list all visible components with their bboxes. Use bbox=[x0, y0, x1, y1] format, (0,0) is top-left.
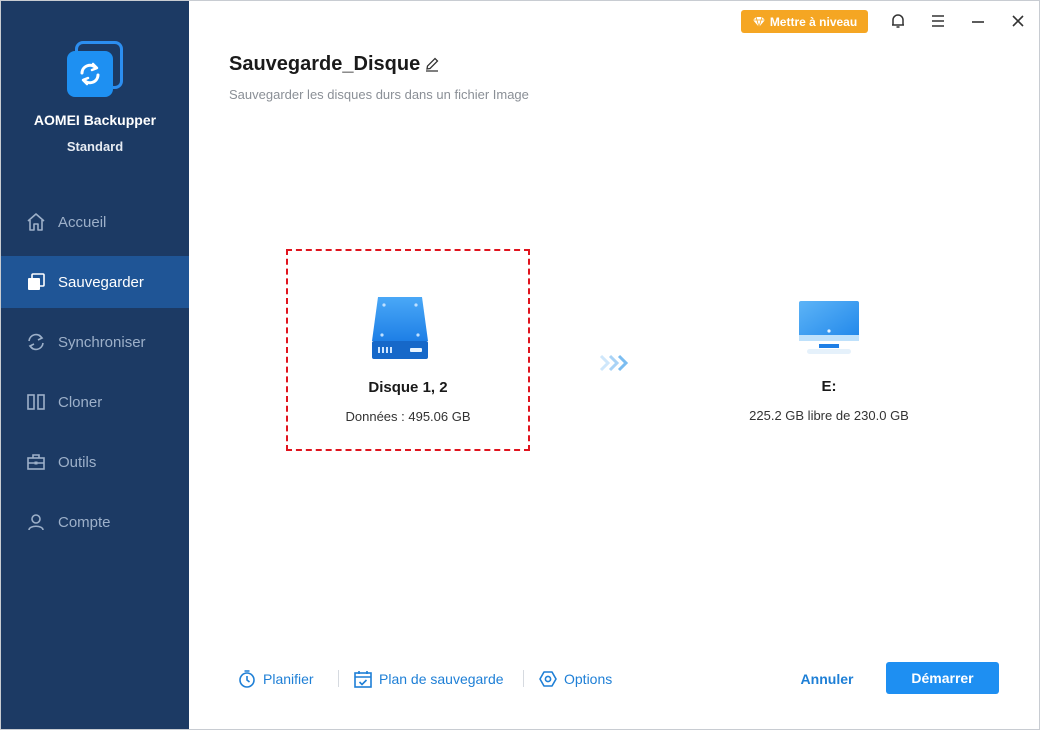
monitor-icon bbox=[799, 301, 859, 354]
upgrade-button[interactable]: Mettre à niveau bbox=[741, 10, 868, 33]
user-icon bbox=[25, 511, 47, 533]
source-disk-selector[interactable]: Disque 1, 2 Données : 495.06 GB bbox=[286, 249, 530, 451]
close-icon[interactable] bbox=[1007, 10, 1029, 32]
clone-icon bbox=[25, 391, 47, 413]
page-subtitle: Sauvegarder les disques durs dans un fic… bbox=[229, 87, 529, 102]
toolbox-icon bbox=[25, 451, 47, 473]
toolbar-divider bbox=[523, 670, 524, 687]
hard-disk-icon bbox=[372, 297, 428, 359]
app-edition: Standard bbox=[66, 139, 124, 154]
minimize-icon[interactable] bbox=[967, 10, 989, 32]
sync-icon bbox=[25, 331, 47, 353]
sidebar-item-label: Sauvegarder bbox=[58, 273, 144, 291]
sidebar-item-sync[interactable]: Synchroniser bbox=[1, 316, 189, 368]
backup-scheme-button[interactable]: Plan de sauvegarde bbox=[353, 667, 504, 691]
cancel-button[interactable]: Annuler bbox=[791, 667, 863, 691]
sidebar-item-label: Cloner bbox=[58, 393, 103, 411]
gear-icon bbox=[539, 671, 557, 687]
destination-selector[interactable]: E: 225.2 GB libre de 230.0 GB bbox=[709, 281, 949, 441]
app-name: AOMEI Backupper bbox=[33, 112, 157, 128]
sidebar-item-label: Synchroniser bbox=[58, 333, 146, 351]
options-label: Options bbox=[564, 671, 613, 687]
toolbar-divider bbox=[338, 670, 339, 687]
double-chevron-right-icon bbox=[599, 354, 629, 372]
schedule-button[interactable]: Planifier bbox=[237, 667, 314, 691]
menu-icon[interactable] bbox=[927, 10, 949, 32]
sidebar: AOMEI Backupper Standard Accueil Sauvega… bbox=[1, 1, 189, 729]
home-icon bbox=[25, 211, 47, 233]
destination-info: 225.2 GB libre de 230.0 GB bbox=[749, 408, 909, 423]
sidebar-item-label: Outils bbox=[58, 453, 97, 471]
page-title: Sauvegarde_Disque bbox=[229, 53, 421, 75]
sidebar-item-account[interactable]: Compte bbox=[1, 496, 189, 548]
app-window: AOMEI Backupper Standard Accueil Sauvega… bbox=[0, 0, 1040, 730]
start-button[interactable]: Démarrer bbox=[886, 662, 999, 694]
app-logo-icon bbox=[65, 41, 125, 101]
sidebar-item-clone[interactable]: Cloner bbox=[1, 376, 189, 428]
sidebar-item-label: Accueil bbox=[58, 213, 107, 231]
bell-icon[interactable] bbox=[887, 10, 909, 32]
options-button[interactable]: Options bbox=[538, 667, 612, 691]
source-info: Données : 495.06 GB bbox=[345, 409, 471, 424]
backup-icon bbox=[25, 271, 47, 293]
sidebar-item-home[interactable]: Accueil bbox=[1, 196, 189, 248]
stopwatch-icon bbox=[239, 670, 255, 688]
upgrade-label: Mettre à niveau bbox=[769, 14, 858, 29]
sidebar-item-label: Compte bbox=[58, 513, 111, 531]
backup-scheme-label: Plan de sauvegarde bbox=[379, 671, 504, 687]
source-name: Disque 1, 2 bbox=[368, 379, 448, 396]
schedule-label: Planifier bbox=[263, 671, 314, 687]
destination-name: E: bbox=[821, 378, 837, 395]
edit-pencil-icon[interactable] bbox=[424, 56, 442, 74]
diamond-icon bbox=[752, 16, 765, 28]
sidebar-item-backup[interactable]: Sauvegarder bbox=[1, 256, 189, 308]
calendar-check-icon bbox=[354, 671, 372, 688]
sidebar-item-tools[interactable]: Outils bbox=[1, 436, 189, 488]
